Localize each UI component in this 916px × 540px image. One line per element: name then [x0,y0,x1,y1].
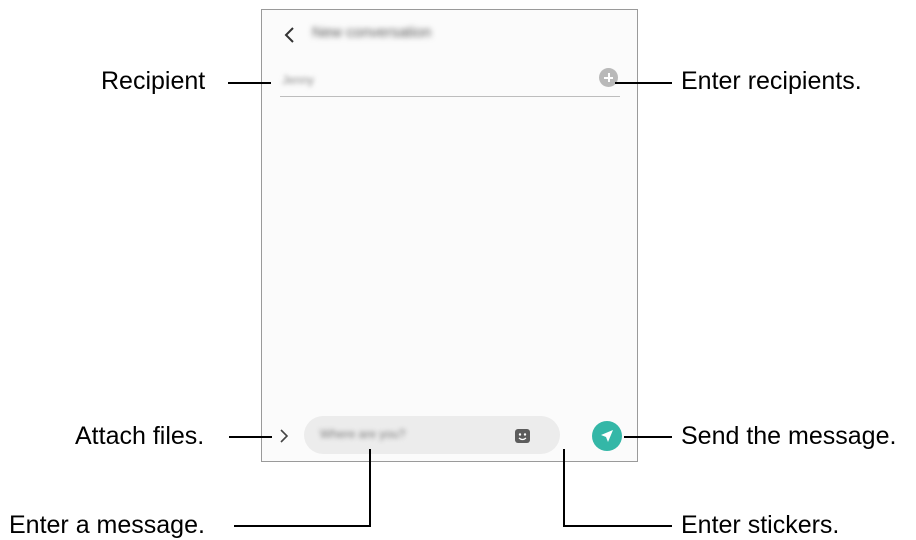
phone-screen: New conversation Jenny Where are you? [261,9,638,462]
message-placeholder: Where are you? [320,427,406,441]
callout-recipient: Recipient [101,67,206,95]
leader-line-enter-recipients [615,82,672,84]
add-recipient-icon[interactable] [599,68,618,87]
sticker-icon[interactable] [514,428,531,444]
callout-enter-recipients: Enter recipients. [681,67,862,95]
send-button[interactable] [592,421,622,451]
chevron-right-icon[interactable] [278,428,290,444]
callout-enter-stickers: Enter stickers. [681,511,840,539]
leader-line-enter-stickers-vertical [563,449,565,527]
leader-line-enter-message-horizontal [234,525,371,527]
page-title: New conversation [312,24,432,41]
callout-enter-message: Enter a message. [9,511,205,539]
recipient-value: Jenny [282,73,315,87]
send-icon [601,430,613,442]
recipient-field[interactable]: Jenny [280,66,620,97]
back-arrow-icon[interactable] [282,26,298,44]
callout-send-message: Send the message. [681,422,897,450]
leader-line-enter-message-vertical [369,449,371,527]
leader-line-enter-stickers-horizontal [563,525,672,527]
leader-line-attach-files [229,436,272,438]
leader-line-send-message [624,436,672,438]
callout-attach-files: Attach files. [75,422,205,450]
leader-line-recipient [228,82,271,84]
